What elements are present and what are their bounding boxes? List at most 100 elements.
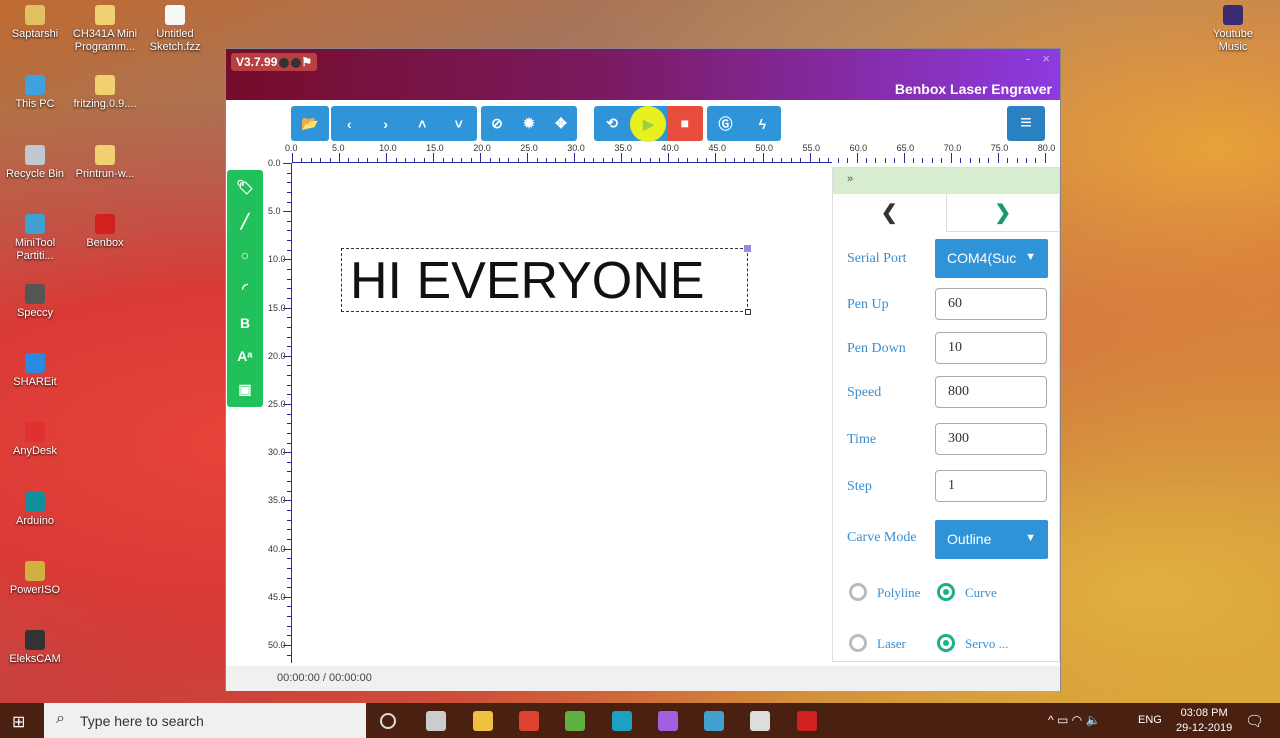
menu-button[interactable]: ≡ (1007, 106, 1045, 141)
bold-text-icon[interactable]: B (240, 315, 250, 331)
desktop-icon-label: EleksCAM (9, 653, 61, 665)
toolbar-group: ‹ › ˄ ˅ (331, 106, 477, 141)
arrow-left-button[interactable]: ‹ (331, 116, 367, 132)
app-icon (25, 145, 45, 165)
desktop-icon[interactable]: Recycle Bin (0, 145, 70, 181)
ruler-tick (978, 158, 980, 163)
arrow-down-button[interactable]: ˅ (441, 116, 477, 132)
taskbar-search[interactable]: ⌕ Type here to search (44, 703, 366, 738)
info-icon[interactable] (279, 57, 290, 68)
taskbar-app-utorrent[interactable] (565, 711, 586, 731)
desktop-icon[interactable]: Printrun-w... (70, 145, 140, 181)
desktop-icon[interactable]: Arduino (0, 492, 70, 528)
desktop-icon-label: Printrun-w... (75, 168, 135, 180)
ruler-y-label: 20.0 (268, 350, 286, 361)
desktop-icon[interactable]: This PC (0, 75, 70, 111)
g-code-button[interactable]: Ⓖ (708, 114, 744, 134)
lightning-button[interactable]: ϟ (745, 116, 781, 132)
tab-next[interactable]: ❯ (946, 194, 1059, 232)
ruler-x-label: 50.0 (755, 143, 774, 153)
app-icon (25, 561, 45, 581)
ruler-tick (903, 153, 905, 163)
text-size-icon[interactable]: Aᵃ (237, 348, 252, 364)
play-button[interactable]: ▶ (630, 105, 667, 142)
desktop-icon-label: CH341A Mini Programm... (72, 28, 138, 53)
tray-icons[interactable]: ^ ▭ ◠ 🔈 (1048, 713, 1100, 727)
flag-icon[interactable]: ⚑ (301, 55, 312, 69)
speed-input[interactable]: 800 (935, 376, 1047, 408)
arrow-up-button[interactable]: ˄ (404, 116, 440, 132)
desktop-icon[interactable]: PowerISO (0, 561, 70, 597)
app-icon (25, 630, 45, 650)
taskbar-app-task-view[interactable] (426, 711, 447, 731)
circle-icon[interactable]: ○ (241, 247, 249, 263)
minimize-button[interactable]: - (1026, 51, 1030, 66)
stop-button[interactable]: ■ (666, 106, 703, 141)
desktop-icon[interactable]: Saptarshi (0, 5, 70, 41)
taskbar-app-benbox[interactable] (796, 711, 817, 731)
line-icon[interactable]: ╱ (241, 213, 249, 230)
desktop-icon[interactable]: EleksCAM (0, 630, 70, 666)
desktop-icon[interactable]: Untitled Sketch.fzz (140, 5, 210, 54)
notifications-icon[interactable]: 🗨 (1245, 712, 1264, 730)
text-object-selection[interactable]: HI EVERYONE (341, 245, 751, 315)
radio-servo[interactable] (937, 634, 955, 652)
taskbar-app-chrome[interactable] (518, 711, 539, 731)
carve-mode-dropdown[interactable]: Outline ▼ (935, 520, 1048, 559)
desktop-icon[interactable]: Speccy (0, 284, 70, 320)
ruler-tick (941, 158, 943, 163)
desktop-icon[interactable]: Youtube Music (1198, 5, 1268, 54)
time-input[interactable]: 300 (935, 423, 1047, 455)
arrow-right-button[interactable]: › (368, 116, 404, 132)
title-bar: V3.7.99 ⚑ - × Benbox Laser Engraver (226, 49, 1060, 100)
desktop-icon[interactable]: MiniTool Partiti... (0, 214, 70, 263)
language-indicator[interactable]: ENG (1138, 714, 1162, 726)
ruler-y-label: 15.0 (268, 302, 286, 313)
taskbar-app-cortana[interactable] (380, 713, 396, 729)
taskbar-app-filmora[interactable] (611, 711, 632, 731)
image-icon[interactable]: ▣ (238, 381, 251, 398)
crosshair-button[interactable]: ✥ (545, 115, 577, 132)
ruler-tick (866, 158, 867, 163)
desktop-icon-label: Speccy (16, 307, 54, 319)
tab-prev[interactable]: ❮ (833, 194, 947, 232)
arc-icon[interactable]: ◜ (242, 280, 247, 297)
close-button[interactable]: × (1042, 51, 1050, 66)
repeat-button[interactable]: ⟲ (594, 115, 630, 132)
resize-handle[interactable] (745, 309, 751, 315)
desktop-icon-label: This PC (15, 98, 55, 110)
ruler-x-label: 0.0 (285, 143, 298, 153)
serial-port-value: COM4(Suc (947, 250, 1017, 266)
desktop-icon[interactable]: SHAREit (0, 353, 70, 389)
ruler-tick (950, 153, 952, 163)
desktop-icon-label: AnyDesk (12, 445, 58, 457)
windows-start-icon[interactable]: ⊞ (12, 712, 25, 732)
radio-laser[interactable] (849, 634, 867, 652)
pen-down-input[interactable]: 10 (935, 332, 1047, 364)
taskbar-app-app[interactable] (750, 711, 771, 731)
sun-button[interactable]: ✹ (513, 115, 545, 132)
desktop-icon[interactable]: AnyDesk (0, 422, 70, 458)
ruler-x-label: 65.0 (896, 143, 915, 153)
resize-handle[interactable] (744, 245, 751, 252)
ban-button[interactable]: ⊘ (481, 115, 513, 132)
taskbar-app-recorder[interactable] (704, 711, 725, 731)
tag-icon[interactable]: 🏷 (236, 179, 254, 196)
radio-polyline[interactable] (849, 583, 867, 601)
drawing-tools: 🏷 ╱ ○ ◜ B Aᵃ ▣ (227, 170, 263, 407)
canvas-text[interactable]: HI EVERYONE (350, 251, 704, 311)
step-input[interactable]: 1 (935, 470, 1047, 502)
desktop-icon[interactable]: CH341A Mini Programm... (70, 5, 140, 54)
clock-date: 29-12-2019 (1176, 722, 1233, 734)
radio-curve[interactable] (937, 583, 955, 601)
folder-open-button[interactable]: 📂 (292, 115, 328, 132)
pen-up-input[interactable]: 60 (935, 288, 1047, 320)
serial-port-dropdown[interactable]: COM4(Suc ▼ (935, 239, 1048, 278)
clock[interactable]: 03:08 PM 29-12-2019 (1176, 706, 1232, 736)
taskbar-app-file-explorer[interactable] (472, 711, 493, 731)
taskbar-app-feather[interactable] (657, 711, 678, 731)
help-icon[interactable] (291, 57, 302, 68)
desktop-icon[interactable]: fritzing.0.9.... (70, 75, 140, 111)
desktop-icon[interactable]: Benbox (70, 214, 140, 250)
collapse-panel-button[interactable]: » (833, 168, 1059, 194)
